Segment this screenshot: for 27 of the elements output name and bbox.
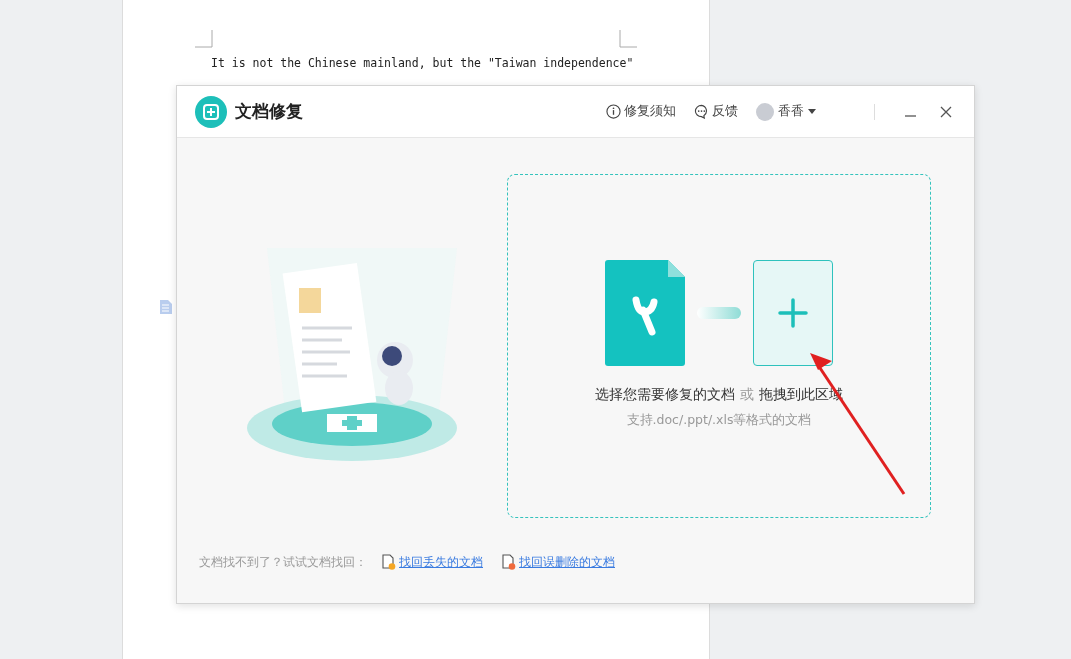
margin-corner-icon — [619, 30, 637, 48]
document-text: It is not the Chinese mainland, but the "Taiwan independence" — [211, 56, 635, 70]
margin-corner-icon — [195, 30, 213, 48]
recovery-link[interactable]: 找回误删除的文档 — [501, 553, 615, 571]
wrench-file-icon — [605, 260, 685, 366]
recovery-link[interactable]: 找回丢失的文档 — [381, 553, 483, 571]
window-title: 文档修复 — [235, 100, 303, 123]
header-link[interactable]: 反馈 — [694, 103, 738, 120]
document-badge-icon — [501, 554, 516, 570]
chat-bubble-icon — [694, 104, 709, 119]
select-file-text: 选择您需要修复的文档 — [595, 386, 735, 402]
avatar-icon — [756, 102, 774, 121]
header-link[interactable]: 修复须知 — [606, 103, 676, 120]
add-file-button[interactable] — [753, 260, 833, 366]
document-badge-icon — [381, 554, 396, 570]
info-icon — [606, 104, 621, 119]
minimize-icon — [905, 115, 916, 117]
recovery-prompt-text: 文档找不到了？试试文档找回： — [199, 553, 367, 571]
document-icon — [159, 299, 173, 315]
user-menu-button[interactable]: 香香 — [756, 102, 816, 121]
app-logo-icon — [195, 95, 227, 128]
caret-icon — [808, 109, 816, 114]
close-icon — [940, 105, 952, 118]
plus-icon — [778, 298, 808, 328]
connector-bar-icon — [697, 307, 741, 319]
or-text: 或 — [740, 386, 754, 402]
format-hint-text: 支持.doc/.ppt/.xls等格式的文档 — [626, 412, 812, 429]
